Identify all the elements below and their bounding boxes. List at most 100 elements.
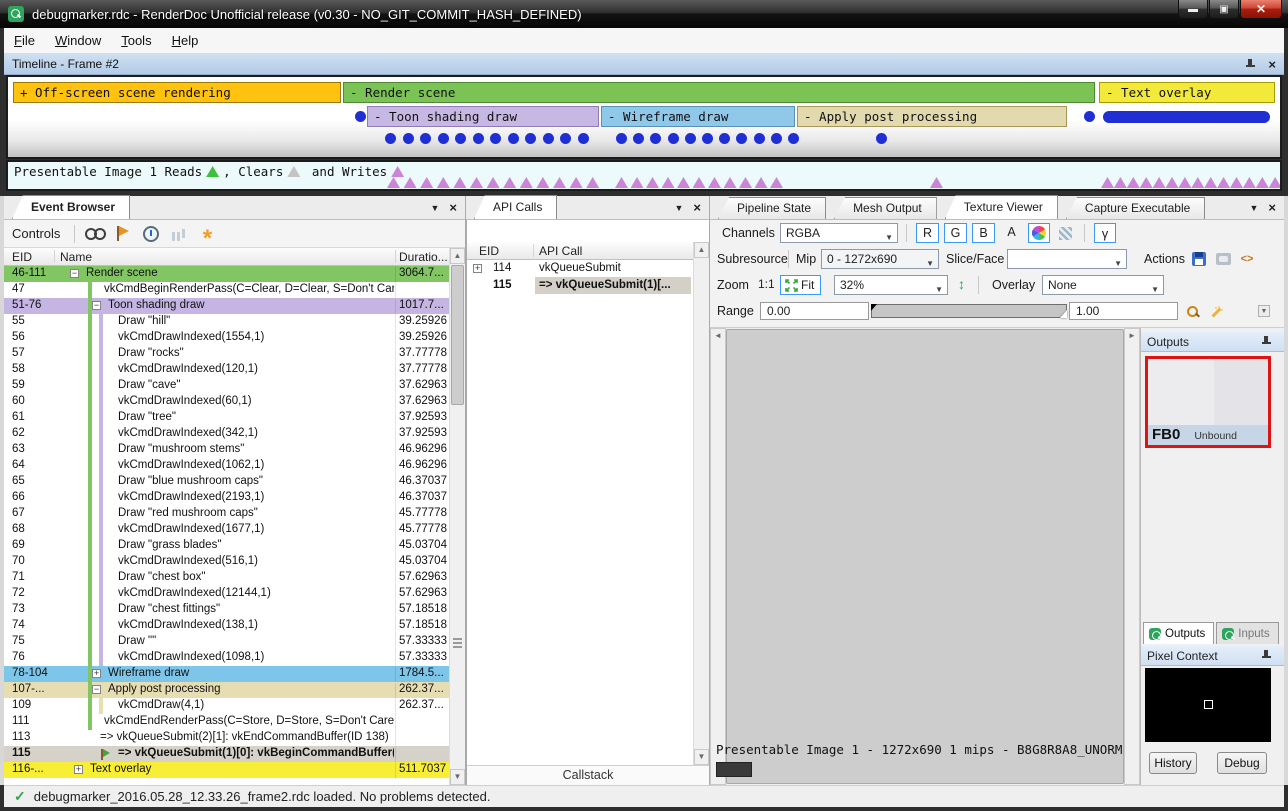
- event-dot[interactable]: [876, 133, 887, 144]
- pixel-context-header[interactable]: Pixel Context: [1141, 646, 1284, 666]
- wand-icon[interactable]: [1204, 302, 1226, 322]
- event-dot[interactable]: [616, 133, 627, 144]
- event-row-107[interactable]: 107-...−Apply post processing262.37...: [4, 682, 450, 698]
- close-icon[interactable]: ×: [693, 202, 701, 213]
- debug-button[interactable]: Debug: [1217, 752, 1267, 774]
- scrollbar-thumb[interactable]: [451, 265, 464, 405]
- chevron-down-icon[interactable]: ▼: [674, 203, 683, 213]
- event-row-115[interactable]: 115=> vkQueueSubmit(1)[0]: vkBeginComman…: [4, 746, 450, 762]
- zoom-1-1-button[interactable]: 1:1: [758, 277, 775, 291]
- event-row-55[interactable]: 55Draw "hill"39.25926: [4, 314, 450, 330]
- event-dot[interactable]: [633, 133, 644, 144]
- expand-icon[interactable]: +: [74, 765, 83, 774]
- event-dot[interactable]: [650, 133, 661, 144]
- event-row-71[interactable]: 71Draw "chest box"57.62963: [4, 570, 450, 586]
- scroll-down-icon[interactable]: ▼: [450, 769, 465, 785]
- write-marker-triangle[interactable]: [387, 177, 400, 188]
- write-marker-triangle[interactable]: [570, 177, 583, 188]
- range-black-point-handle[interactable]: [871, 304, 877, 311]
- close-icon[interactable]: ×: [1268, 202, 1276, 213]
- tab-pipeline-state[interactable]: Pipeline State: [718, 197, 826, 219]
- write-marker-triangle[interactable]: [503, 177, 516, 188]
- event-row-73[interactable]: 73Draw "chest fittings"57.18518: [4, 602, 450, 618]
- event-dot[interactable]: [420, 133, 431, 144]
- range-slider[interactable]: [871, 304, 1067, 318]
- event-row-57[interactable]: 57Draw "rocks"37.77778: [4, 346, 450, 362]
- event-row-70[interactable]: 70vkCmdDrawIndexed(516,1)45.03704: [4, 554, 450, 570]
- write-marker-triangle[interactable]: [1101, 177, 1114, 188]
- write-marker-triangle[interactable]: [1243, 177, 1256, 188]
- write-marker-triangle[interactable]: [677, 177, 690, 188]
- event-row-109[interactable]: 109vkCmdDraw(4,1)262.37...: [4, 698, 450, 714]
- pin-icon[interactable]: [1261, 336, 1272, 347]
- tab-api-calls[interactable]: API Calls: [474, 195, 557, 219]
- write-marker-triangle[interactable]: [724, 177, 737, 188]
- timeline-marker-text-overlay[interactable]: - Text overlay: [1099, 82, 1275, 103]
- event-dot-run[interactable]: [1103, 111, 1270, 123]
- write-marker-triangle[interactable]: [1204, 177, 1217, 188]
- save-icon[interactable]: [1188, 249, 1210, 269]
- event-row-78-104[interactable]: 78-104+Wireframe draw1784.5...: [4, 666, 450, 682]
- magnifier-icon[interactable]: [1182, 302, 1204, 322]
- event-dot[interactable]: [702, 133, 713, 144]
- write-marker-triangle[interactable]: [1191, 177, 1204, 188]
- write-marker-triangle[interactable]: [520, 177, 533, 188]
- column-name[interactable]: Name: [60, 250, 92, 264]
- timeline-marker-render-scene[interactable]: - Render scene: [343, 82, 1095, 103]
- scroll-left-icon[interactable]: ◄: [710, 328, 726, 785]
- channel-b-button[interactable]: B: [972, 223, 995, 243]
- write-marker-triangle[interactable]: [437, 177, 450, 188]
- fit-button[interactable]: Fit: [780, 275, 821, 295]
- tab-capture-executable[interactable]: Capture Executable: [1066, 197, 1205, 219]
- bookmark-icon[interactable]: [111, 223, 135, 245]
- channel-r-button[interactable]: R: [916, 223, 939, 243]
- event-row-56[interactable]: 56vkCmdDrawIndexed(1554,1)39.25926: [4, 330, 450, 346]
- event-dot[interactable]: [508, 133, 519, 144]
- event-dot[interactable]: [578, 133, 589, 144]
- write-marker-triangle[interactable]: [1140, 177, 1153, 188]
- tab-texture-viewer[interactable]: Texture Viewer: [945, 195, 1058, 219]
- event-row-63[interactable]: 63Draw "mushroom stems"46.96296: [4, 442, 450, 458]
- event-row-47[interactable]: 47vkCmdBeginRenderPass(C=Clear, D=Clear,…: [4, 282, 450, 298]
- close-icon[interactable]: ×: [1268, 59, 1276, 70]
- gamma-button[interactable]: γ: [1094, 223, 1116, 243]
- api-calls-scrollbar[interactable]: ▲ ▼: [693, 242, 709, 765]
- close-icon[interactable]: ×: [449, 202, 457, 213]
- texture-horizontal-scrollbar[interactable]: ◄ ►: [710, 328, 1122, 343]
- expand-toolbar-icon[interactable]: ▼: [1258, 305, 1270, 317]
- channels-select[interactable]: RGBA▼: [780, 223, 898, 243]
- api-row-114[interactable]: +114vkQueueSubmit: [467, 260, 693, 277]
- history-button[interactable]: History: [1149, 752, 1197, 774]
- event-dot[interactable]: [719, 133, 730, 144]
- collapse-icon[interactable]: −: [70, 269, 79, 278]
- event-row-51-76[interactable]: 51-76−Toon shading draw1017.7...: [4, 298, 450, 314]
- write-marker-triangle[interactable]: [404, 177, 417, 188]
- api-row-115[interactable]: 115=> vkQueueSubmit(1)[...: [467, 277, 693, 294]
- menu-help[interactable]: Help: [162, 30, 209, 51]
- zoom-select[interactable]: 32%▼: [834, 275, 948, 295]
- timeline-marker-off-screen-scene-rendering[interactable]: + Off-screen scene rendering: [13, 82, 341, 103]
- write-marker-triangle[interactable]: [1153, 177, 1166, 188]
- channel-a-button[interactable]: A: [1000, 223, 1023, 243]
- outputs-header[interactable]: Outputs: [1141, 332, 1284, 352]
- write-marker-triangle[interactable]: [662, 177, 675, 188]
- close-button[interactable]: ✕: [1240, 0, 1282, 19]
- collapse-icon[interactable]: −: [92, 301, 101, 310]
- overlay-select[interactable]: None▼: [1042, 275, 1164, 295]
- write-marker-triangle[interactable]: [1127, 177, 1140, 188]
- event-row-116[interactable]: 116-...+Text overlay511.7037: [4, 762, 450, 778]
- column-api-call[interactable]: API Call: [539, 244, 582, 258]
- star-icon[interactable]: *: [195, 223, 219, 245]
- write-marker-triangle[interactable]: [586, 177, 599, 188]
- flip-vertical-icon[interactable]: ↕: [958, 276, 965, 292]
- write-marker-triangle[interactable]: [755, 177, 768, 188]
- range-min-input[interactable]: 0.00: [760, 302, 869, 320]
- event-dot[interactable]: [355, 111, 366, 122]
- event-row-66[interactable]: 66vkCmdDrawIndexed(2193,1)46.37037: [4, 490, 450, 506]
- pin-icon[interactable]: [1245, 59, 1256, 70]
- write-marker-triangle[interactable]: [1217, 177, 1230, 188]
- event-row-72[interactable]: 72vkCmdDrawIndexed(12144,1)57.62963: [4, 586, 450, 602]
- channel-g-button[interactable]: G: [944, 223, 967, 243]
- write-marker-triangle[interactable]: [1256, 177, 1269, 188]
- event-dot[interactable]: [473, 133, 484, 144]
